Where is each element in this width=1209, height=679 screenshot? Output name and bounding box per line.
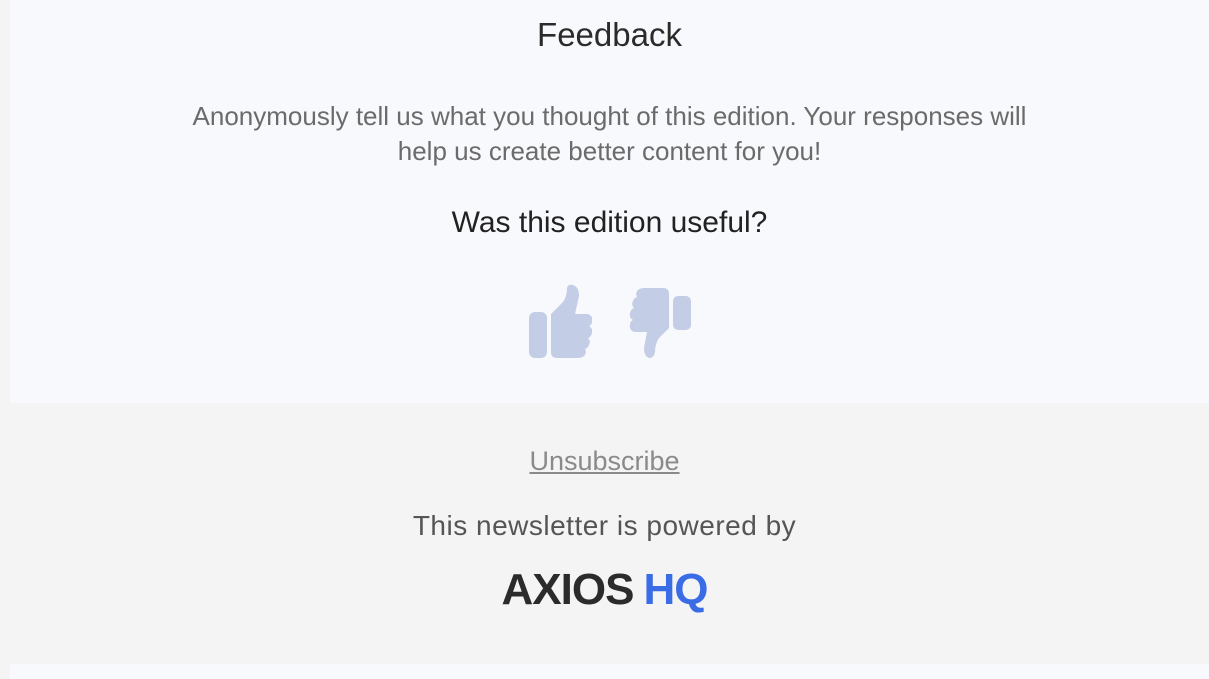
thumbs-down-button[interactable] (627, 284, 693, 360)
feedback-description-line-1: Anonymously tell us what you thought of … (192, 101, 1027, 131)
feedback-title: Feedback (537, 16, 682, 53)
unsubscribe-link[interactable]: Unsubscribe (0, 446, 1209, 477)
thumbs-down-icon (629, 288, 691, 358)
footer: Unsubscribe This newsletter is powered b… (0, 403, 1209, 664)
axios-hq-logo[interactable]: AXIOS HQ (0, 565, 1209, 615)
next-section-edge (10, 664, 1209, 679)
feedback-rating-buttons (10, 284, 1209, 360)
feedback-question: Was this edition useful? (451, 206, 768, 239)
logo-axios-text: AXIOS (501, 565, 635, 614)
powered-by-text: This newsletter is powered by (412, 510, 797, 541)
feedback-panel: Feedback Anonymously tell us what you th… (10, 0, 1209, 403)
feedback-description-line-2: help us create better content for you! (397, 136, 822, 166)
feedback-description: Anonymously tell us what you thought of … (10, 99, 1209, 169)
logo-hq-text: HQ (643, 565, 708, 614)
thumbs-up-button[interactable] (527, 284, 593, 360)
thumbs-up-icon (528, 284, 592, 358)
